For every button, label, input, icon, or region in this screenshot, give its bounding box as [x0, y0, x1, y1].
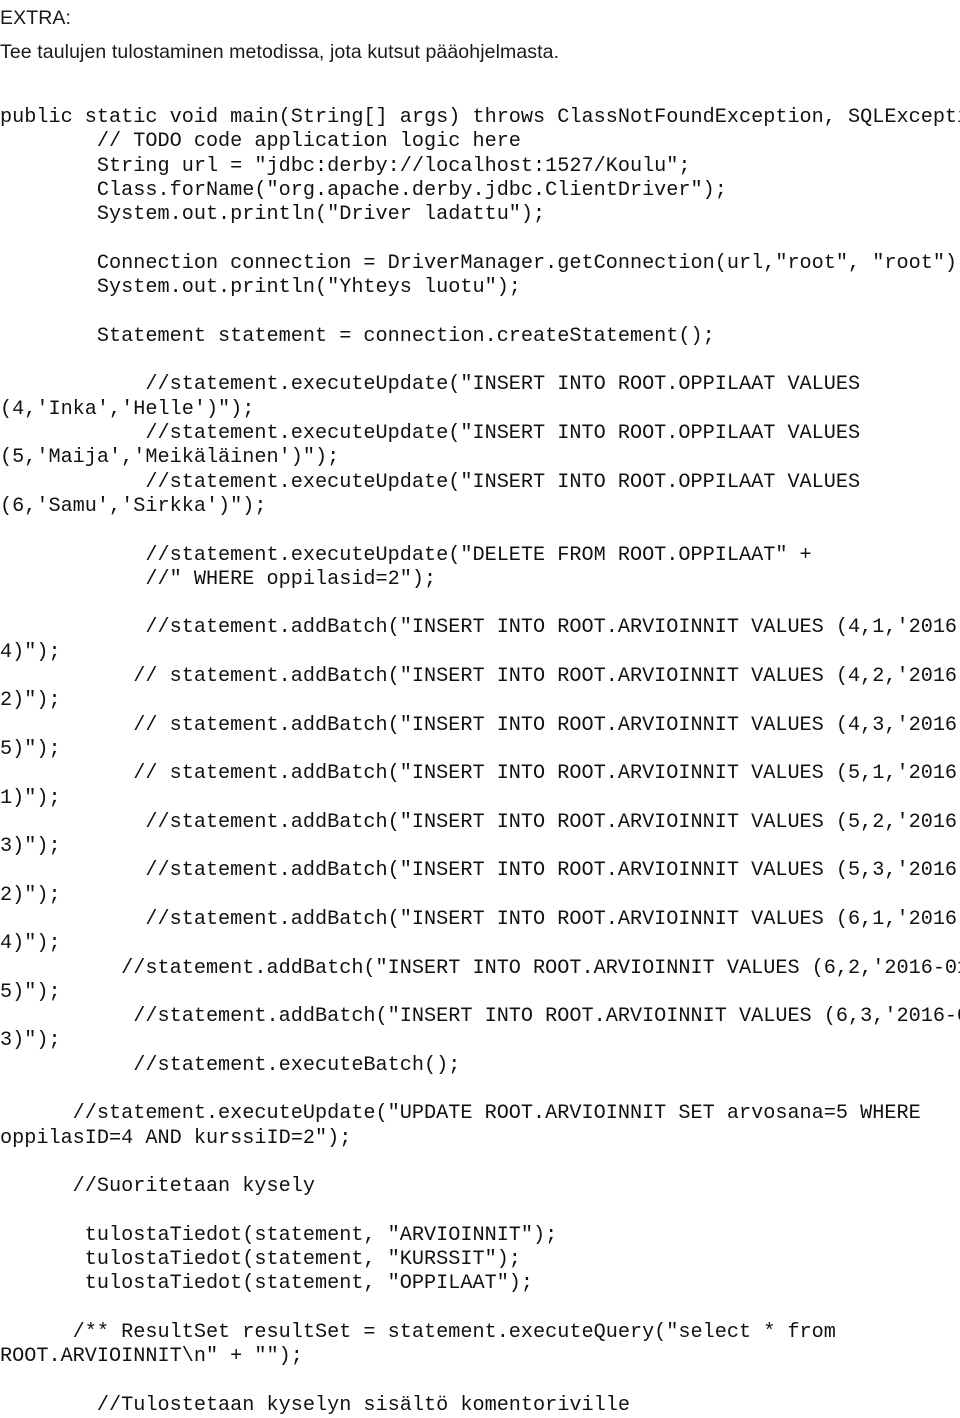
page-heading: EXTRA:: [0, 7, 72, 29]
code-line: System.out.println("Yhteys luotu");: [0, 276, 521, 300]
code-line: (6,'Samu','Sirkka')");: [0, 494, 267, 518]
code-line: String url = "jdbc:derby://localhost:152…: [0, 154, 691, 178]
code-line: 3)");: [0, 1029, 61, 1053]
code-line: 2)");: [0, 883, 61, 907]
code-line: //statement.addBatch("INSERT INTO ROOT.A…: [0, 810, 960, 834]
code-line: //statement.addBatch("INSERT INTO ROOT.A…: [0, 1005, 960, 1029]
code-line: // statement.addBatch("INSERT INTO ROOT.…: [0, 713, 960, 737]
code-line: tulostaTiedot(statement, "KURSSIT");: [0, 1248, 521, 1272]
code-line: //statement.executeUpdate("INSERT INTO R…: [0, 470, 861, 494]
code-line: 4)");: [0, 640, 61, 664]
code-line: // TODO code application logic here: [0, 130, 521, 154]
instruction-text: Tee taulujen tulostaminen metodissa, jot…: [0, 41, 560, 63]
code-line: 1)");: [0, 786, 61, 810]
code-line: oppilasID=4 AND kurssiID=2");: [0, 1126, 352, 1150]
code-line: 3)");: [0, 835, 61, 859]
code-line: /** ResultSet resultSet = statement.exec…: [0, 1321, 836, 1345]
code-line: public static void main(String[] args) t…: [0, 106, 960, 130]
code-line: // statement.addBatch("INSERT INTO ROOT.…: [0, 762, 960, 786]
code-line: ROOT.ARVIOINNIT\n" + "");: [0, 1345, 303, 1369]
code-line: //statement.executeUpdate("INSERT INTO R…: [0, 422, 861, 446]
code-line: tulostaTiedot(statement, "ARVIOINNIT");: [0, 1223, 558, 1247]
code-line: //statement.addBatch("INSERT INTO ROOT.A…: [0, 859, 960, 883]
code-line: //statement.addBatch("INSERT INTO ROOT.A…: [0, 956, 960, 980]
code-line: //statement.addBatch("INSERT INTO ROOT.A…: [0, 616, 960, 640]
code-line: 4)");: [0, 932, 61, 956]
code-line: Statement statement = connection.createS…: [0, 324, 715, 348]
code-line: 2)");: [0, 689, 61, 713]
code-line: tulostaTiedot(statement, "OPPILAAT");: [0, 1272, 534, 1296]
code-line: // statement.addBatch("INSERT INTO ROOT.…: [0, 665, 960, 689]
document-page: EXTRA: Tee taulujen tulostaminen metodis…: [0, 0, 960, 1417]
code-line: (4,'Inka','Helle')");: [0, 397, 255, 421]
code-line: //Suoritetaan kysely: [0, 1175, 315, 1199]
code-line: Connection connection = DriverManager.ge…: [0, 251, 960, 275]
code-line: //statement.executeUpdate("DELETE FROM R…: [0, 543, 812, 567]
code-line: 5)");: [0, 980, 61, 1004]
code-line: //statement.executeUpdate("INSERT INTO R…: [0, 373, 861, 397]
code-line: //statement.executeUpdate("UPDATE ROOT.A…: [0, 1102, 921, 1126]
code-line: 5)");: [0, 737, 61, 761]
java-code-block: public static void main(String[] args) t…: [0, 106, 960, 1418]
code-line: Class.forName("org.apache.derby.jdbc.Cli…: [0, 179, 727, 203]
code-line: //statement.addBatch("INSERT INTO ROOT.A…: [0, 907, 960, 931]
code-line: //statement.executeBatch();: [0, 1053, 461, 1077]
code-line: System.out.println("Driver ladattu");: [0, 203, 546, 227]
code-line: //" WHERE oppilasid=2");: [0, 567, 437, 591]
code-line: (5,'Maija','Meikäläinen')");: [0, 446, 340, 470]
